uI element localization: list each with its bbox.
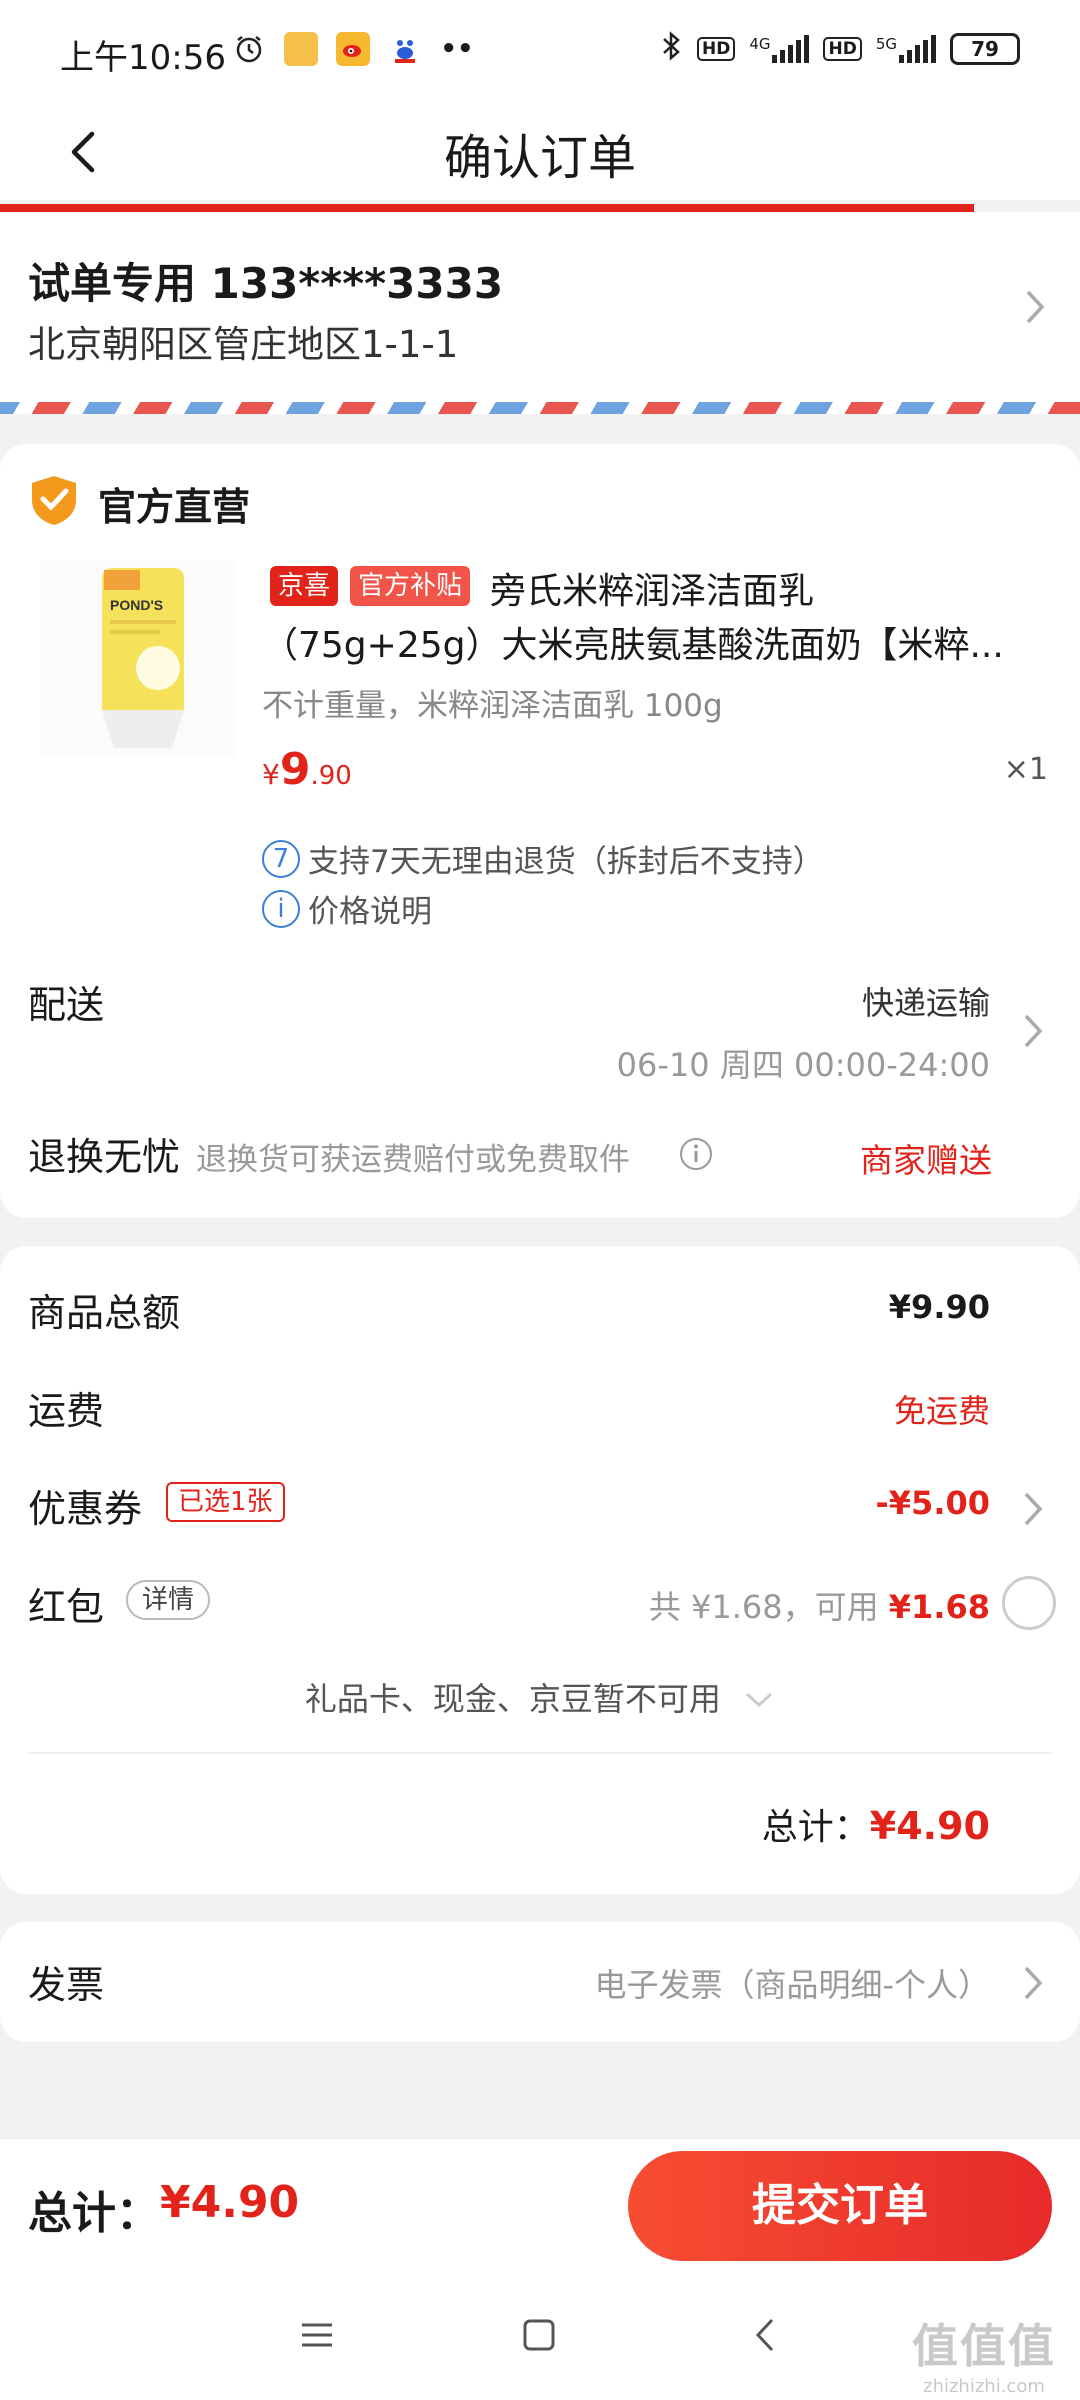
return-guarantee-value: 商家赠送 (860, 1141, 992, 1180)
invoice-row[interactable]: 发票 电子发票（商品明细-个人） (0, 1922, 1080, 2042)
baidu-app-icon (388, 32, 422, 66)
price-symbol: ¥ (262, 758, 280, 791)
checkout-total-value: ¥4.90 (160, 2177, 300, 2228)
tag-jingxi: 京喜 (270, 566, 339, 606)
notification-icons: •• (232, 32, 474, 66)
top-nav-bar: 确认订单 (0, 100, 1080, 200)
product-price: ¥9.90 (262, 744, 352, 795)
status-bar: 上午10:56 •• HD 4G HD 5G 79 (0, 0, 1080, 100)
status-time: 上午10:56 (60, 38, 226, 78)
signal-5g: 5G (876, 35, 936, 63)
header-progress-bar (0, 204, 974, 212)
note-app-icon (284, 32, 318, 66)
price-note-text: 价格说明 (308, 894, 432, 930)
checkout-bar: 总计： ¥4.90 提交订单 (0, 2138, 1080, 2270)
system-indicators: HD 4G HD 5G 79 (661, 30, 1020, 68)
bluetooth-icon (661, 30, 683, 68)
product-title-line1[interactable]: 旁氏米粹润泽洁面乳 (490, 562, 814, 614)
home-icon[interactable] (514, 2310, 564, 2360)
chevron-right-icon (1024, 1014, 1043, 1048)
submit-order-button[interactable]: 提交订单 (628, 2151, 1052, 2261)
coupon-label: 优惠券 (28, 1487, 143, 1531)
redpacket-details-badge[interactable]: 详情 (126, 1580, 211, 1620)
cleanser-tube-image: POND'S (102, 568, 184, 748)
signal-4g: 4G (749, 35, 810, 63)
back-nav-icon[interactable] (742, 2310, 792, 2360)
delivery-method: 快递运输 (861, 984, 990, 1022)
redpacket-available: ¥1.68 (888, 1588, 990, 1626)
battery-icon: 79 (950, 33, 1020, 65)
address-detail: 北京朝阳区管庄地区1-1-1 (28, 323, 459, 366)
info-icon: i (262, 889, 300, 928)
order-total-value: ¥4.90 (869, 1804, 990, 1848)
goods-total-value: ¥9.90 (888, 1288, 990, 1326)
price-integer: 9 (279, 744, 311, 795)
shipping-value: 免运费 (893, 1392, 990, 1430)
info-circle-icon[interactable] (678, 1136, 714, 1172)
more-notifications-icon: •• (440, 34, 474, 64)
network-type-label: 4G (749, 35, 771, 53)
product-title-line2[interactable]: （75g+25g）大米亮肤氨基酸洗面奶【米粹... (262, 616, 1022, 668)
invoice-label: 发票 (28, 1963, 105, 2007)
chevron-right-icon (1026, 290, 1045, 324)
price-summary-card: 商品总额 ¥9.90 运费 免运费 优惠券 已选1张 -¥5.00 红包 详情 … (0, 1246, 1080, 1894)
hd-badge-2: HD (823, 37, 862, 61)
goods-total-label: 商品总额 (28, 1291, 181, 1335)
invoice-value: 电子发票（商品明细-个人） (594, 1966, 990, 2004)
shipping-label: 运费 (28, 1389, 105, 1433)
alarm-icon (232, 32, 266, 66)
weibo-app-icon (336, 32, 370, 66)
site-watermark: 值值值 zhizhizhi.com (904, 2310, 1064, 2397)
watermark-main: 值值值 (912, 2319, 1056, 2373)
product-image[interactable]: POND'S (40, 560, 236, 756)
page-title: 确认订单 (443, 130, 636, 186)
redpacket-radio[interactable] (1002, 1576, 1056, 1630)
delivery-label: 配送 (28, 983, 105, 1027)
service-return-text: 支持7天无理由退货（拆封后不支持） (308, 844, 824, 880)
watermark-sub: zhizhizhi.com (923, 2376, 1045, 2397)
unavailable-payments-toggle[interactable]: 礼品卡、现金、京豆暂不可用 (0, 1674, 1080, 1720)
menu-icon[interactable] (292, 2310, 342, 2360)
hd-badge: HD (696, 37, 736, 61)
service-return-policy[interactable]: 7 支持7天无理由退货（拆封后不支持） (262, 836, 824, 881)
coupon-value: -¥5.00 (875, 1484, 991, 1522)
recipient-name-phone: 试单专用 133****3333 (28, 259, 504, 308)
return-guarantee-desc: 退换货可获运费赔付或免费取件 (196, 1142, 630, 1178)
airmail-stripe-divider (0, 402, 1080, 414)
shipping-address[interactable]: 试单专用 133****3333 北京朝阳区管庄地区1-1-1 (0, 212, 1080, 402)
network-type-label-2: 5G (875, 35, 897, 53)
redpacket-total: 共 ¥1.68，可用 (648, 1588, 889, 1626)
chevron-down-icon (746, 1692, 773, 1708)
service-price-note[interactable]: i 价格说明 (262, 886, 432, 931)
product-quantity: ×1 (1003, 752, 1048, 787)
redpacket-label: 红包 (28, 1585, 105, 1629)
delivery-time: 06-10 周四 00:00-24:00 (616, 1046, 990, 1084)
checkout-total-label: 总计： (28, 2188, 160, 2239)
redpacket-info: 共 ¥1.68，可用 ¥1.68 (649, 1582, 990, 1628)
unavailable-note: 礼品卡、现金、京豆暂不可用 (304, 1680, 721, 1718)
product-brand-text: POND'S (110, 597, 163, 613)
signal-bars-icon-2 (899, 35, 936, 63)
summary-divider (28, 1752, 1052, 1754)
shop-name: 官方直营 (98, 485, 251, 529)
return-guarantee-label: 退换无忧 (28, 1135, 181, 1179)
signal-bars-icon (772, 35, 810, 63)
official-shield-icon (32, 476, 76, 525)
seven-day-icon: 7 (262, 839, 300, 878)
chevron-right-icon (1024, 1966, 1043, 2000)
tag-official-subsidy: 官方补贴 (350, 566, 471, 606)
order-total: 总计：¥4.90 (762, 1798, 990, 1850)
chevron-right-icon (1024, 1492, 1043, 1526)
price-decimal: .90 (310, 761, 352, 791)
coupon-selected-badge: 已选1张 (166, 1482, 285, 1522)
shop-order-card: 官方直营 POND'S 京喜 官方补贴 旁氏米粹润泽洁面乳 （75g+25g）大… (0, 444, 1080, 1218)
order-total-label: 总计： (761, 1807, 870, 1848)
product-spec: 不计重量，米粹润泽洁面乳 100g (262, 688, 723, 724)
